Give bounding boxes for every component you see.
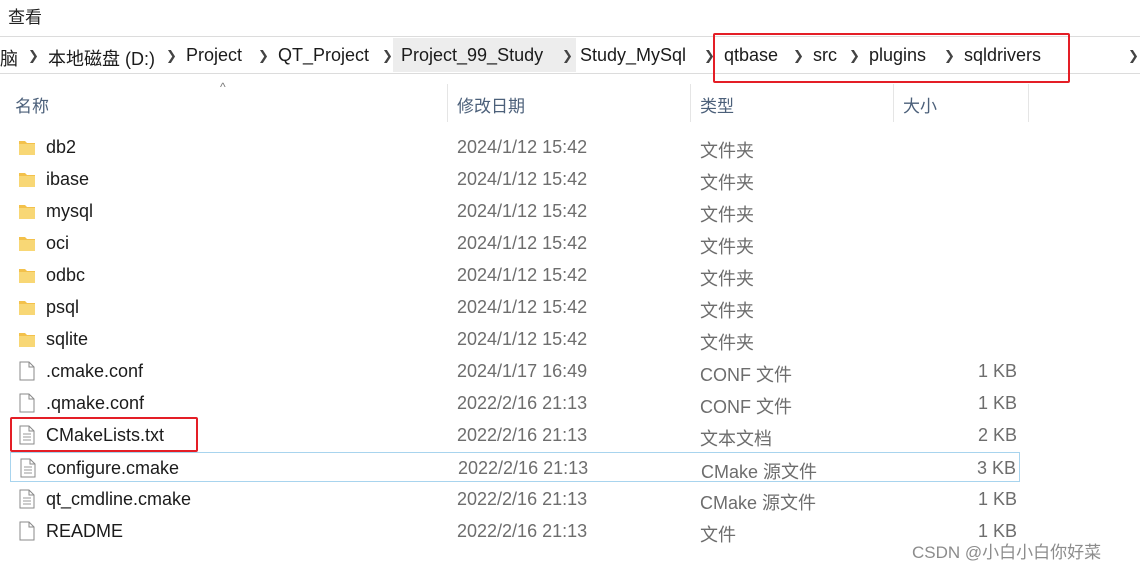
file-type: CONF 文件 — [700, 365, 792, 385]
breadcrumb-study-mysql[interactable]: Study_MySql — [580, 45, 686, 66]
file-row[interactable]: configure.cmake 2022/2/16 21:13 CMake 源文件 3… — [10, 452, 1020, 482]
text-file-icon — [18, 489, 36, 509]
file-name: .cmake.conf — [46, 361, 144, 381]
file-name: .qmake.conf — [46, 393, 145, 413]
sort-ascending-icon: ^ — [220, 80, 226, 94]
breadcrumb-qt-project[interactable]: QT_Project — [278, 45, 369, 66]
folder-icon — [18, 297, 36, 317]
file-name: db2 — [46, 137, 77, 157]
chevron-right-icon[interactable]: ❯ — [1128, 48, 1139, 64]
file-name: oci — [46, 233, 70, 253]
file-type: 文件夹 — [700, 173, 754, 193]
file-modified-date: 2022/2/16 21:13 — [458, 458, 589, 478]
file-highlight-box — [10, 417, 198, 452]
folder-icon — [18, 265, 36, 285]
file-row[interactable]: README 2022/2/16 21:13 文件 1 KB — [10, 516, 1020, 546]
file-icon — [18, 393, 36, 413]
file-type: CMake 源文件 — [700, 493, 817, 513]
file-row[interactable]: oci 2024/1/12 15:42 文件夹 — [10, 228, 1020, 258]
file-name: README — [46, 521, 124, 541]
breadcrumb-drive-d[interactable]: 本地磁盘 (D:) — [48, 45, 155, 71]
file-row[interactable]: qt_cmdline.cmake 2022/2/16 21:13 CMake 源文件… — [10, 484, 1020, 514]
file-size: 3 KB — [976, 458, 1016, 478]
chevron-right-icon[interactable]: ❯ — [258, 48, 269, 64]
file-type: 文件夹 — [700, 141, 754, 161]
file-row[interactable]: .cmake.conf 2024/1/17 16:49 CONF 文件 1 KB — [10, 356, 1020, 386]
breadcrumb-this-pc[interactable]: 脑 — [0, 45, 18, 71]
file-size: 1 KB — [977, 393, 1017, 413]
chevron-right-icon[interactable]: ❯ — [28, 48, 39, 64]
file-row[interactable]: .qmake.conf 2022/2/16 21:13 CONF 文件 1 KB — [10, 388, 1020, 418]
file-type: 文件夹 — [700, 333, 754, 353]
chevron-right-icon[interactable]: ❯ — [166, 48, 177, 64]
file-modified-date: 2024/1/17 16:49 — [457, 361, 588, 381]
file-modified-date: 2024/1/12 15:42 — [457, 169, 588, 189]
file-row[interactable]: psql 2024/1/12 15:42 文件夹 — [10, 292, 1020, 322]
file-modified-date: 2024/1/12 15:42 — [457, 297, 588, 317]
file-modified-date: 2022/2/16 21:13 — [457, 521, 588, 541]
folder-icon — [18, 329, 36, 349]
file-modified-date: 2024/1/12 15:42 — [457, 265, 588, 285]
file-modified-date: 2024/1/12 15:42 — [457, 201, 588, 221]
breadcrumb-project-99-study[interactable]: Project_99_Study — [401, 45, 543, 66]
file-name: ibase — [46, 169, 90, 189]
ribbon: 查看 — [0, 0, 1140, 30]
file-type: CONF 文件 — [700, 397, 792, 417]
file-size: 1 KB — [977, 489, 1017, 509]
file-type: 文件 — [700, 525, 736, 545]
file-modified-date: 2022/2/16 21:13 — [457, 393, 588, 413]
column-header-type[interactable]: 类型 — [700, 92, 734, 117]
file-name: qt_cmdline.cmake — [46, 489, 192, 509]
file-type: 文件夹 — [700, 301, 754, 321]
path-highlight-box — [713, 33, 1070, 83]
file-type: 文件夹 — [700, 205, 754, 225]
file-type: 文本文档 — [700, 429, 772, 449]
watermark: CSDN @小白小白你好菜 — [912, 543, 1102, 562]
file-name: sqlite — [46, 329, 89, 349]
file-name: psql — [46, 297, 80, 317]
file-modified-date: 2022/2/16 21:13 — [457, 425, 588, 445]
file-row[interactable]: odbc 2024/1/12 15:42 文件夹 — [10, 260, 1020, 290]
folder-icon — [18, 233, 36, 253]
file-size: 2 KB — [977, 425, 1017, 445]
column-divider[interactable] — [447, 84, 448, 122]
file-modified-date: 2022/2/16 21:13 — [457, 489, 588, 509]
folder-icon — [18, 201, 36, 221]
file-name: configure.cmake — [47, 458, 180, 478]
column-divider[interactable] — [893, 84, 894, 122]
column-header-date[interactable]: 修改日期 — [457, 92, 525, 117]
file-row[interactable]: sqlite 2024/1/12 15:42 文件夹 — [10, 324, 1020, 354]
file-icon — [18, 521, 36, 541]
file-type: 文件夹 — [700, 269, 754, 289]
text-file-icon — [19, 458, 37, 478]
column-header-size[interactable]: 大小 — [903, 92, 937, 117]
folder-icon — [18, 169, 36, 189]
column-header-name[interactable]: 名称 — [15, 92, 49, 117]
file-row[interactable]: db2 2024/1/12 15:42 文件夹 — [10, 132, 1020, 162]
file-modified-date: 2024/1/12 15:42 — [457, 329, 588, 349]
file-modified-date: 2024/1/12 15:42 — [457, 137, 588, 157]
file-modified-date: 2024/1/12 15:42 — [457, 233, 588, 253]
file-type: 文件夹 — [700, 237, 754, 257]
file-size: 1 KB — [977, 361, 1017, 381]
file-icon — [18, 361, 36, 381]
chevron-right-icon[interactable]: ❯ — [382, 48, 393, 64]
folder-icon — [18, 137, 36, 157]
column-divider[interactable] — [690, 84, 691, 122]
breadcrumb-project[interactable]: Project — [186, 45, 242, 66]
view-tab[interactable]: 查看 — [8, 3, 42, 28]
chevron-right-icon[interactable]: ❯ — [562, 48, 573, 64]
file-row[interactable]: mysql 2024/1/12 15:42 文件夹 — [10, 196, 1020, 226]
file-name: mysql — [46, 201, 94, 221]
column-divider[interactable] — [1028, 84, 1029, 122]
file-name: odbc — [46, 265, 86, 285]
file-row[interactable]: ibase 2024/1/12 15:42 文件夹 — [10, 164, 1020, 194]
file-type: CMake 源文件 — [701, 462, 818, 482]
